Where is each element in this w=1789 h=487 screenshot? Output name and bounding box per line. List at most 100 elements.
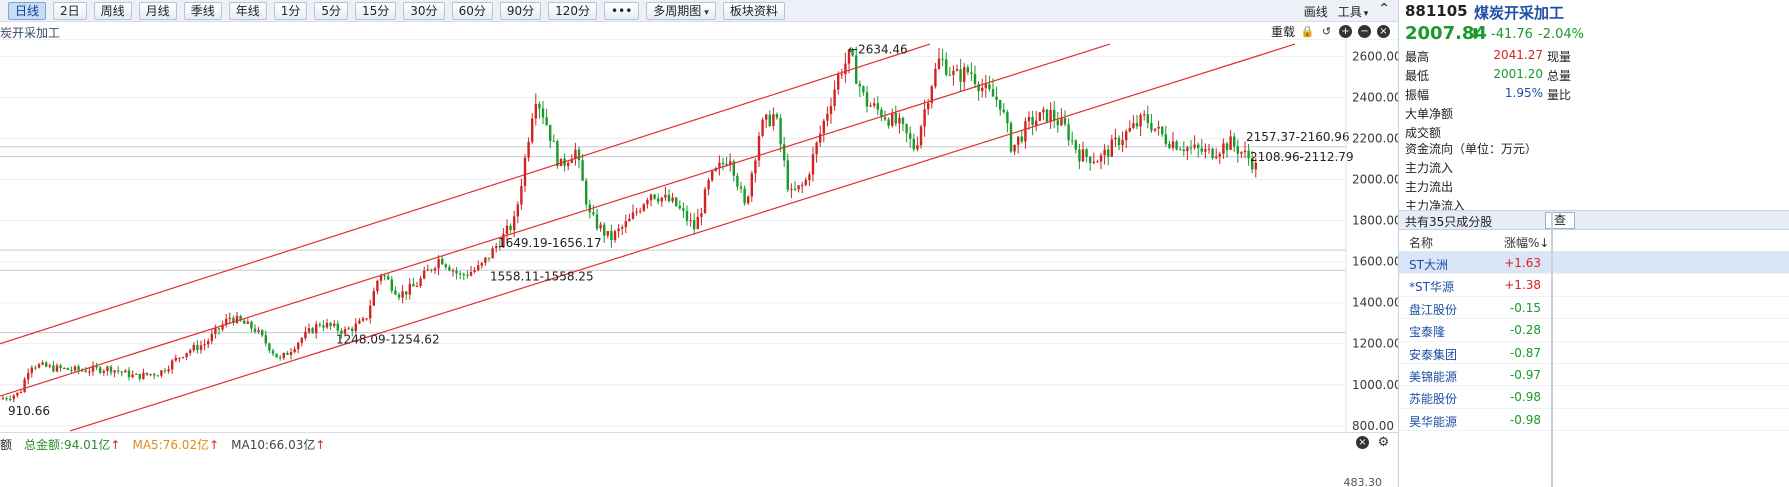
- candle-body: [311, 328, 314, 334]
- candle-body: [1067, 124, 1070, 141]
- candle-body: [1006, 112, 1009, 124]
- candle-body: [624, 221, 627, 228]
- candle-body: [556, 141, 559, 166]
- candle-body: [419, 278, 422, 287]
- candle-body: [1225, 143, 1229, 150]
- constituent-row[interactable]: 宝泰隆 -0.28: [1399, 319, 1789, 342]
- board-name[interactable]: 煤炭开采加工: [1474, 2, 1564, 23]
- candle-body: [174, 357, 177, 361]
- candle-body: [901, 117, 905, 125]
- reload-button[interactable]: 重载: [1271, 23, 1295, 40]
- gear-icon[interactable]: ⚙: [1377, 435, 1390, 450]
- candle-body: [621, 227, 624, 229]
- candle-body: [523, 157, 527, 186]
- candle-body: [577, 149, 581, 161]
- period-button[interactable]: 5分: [314, 2, 348, 20]
- candle-body: [444, 264, 447, 267]
- candle-body: [1139, 114, 1142, 127]
- close-icon[interactable]: ×: [1377, 25, 1390, 38]
- trend-line[interactable]: [0, 43, 931, 345]
- volume-stats: 额 总金额:94.01亿↑ MA5:76.02亿↑ MA10:66.03亿↑: [0, 436, 325, 453]
- candle-body: [210, 333, 213, 342]
- period-label: 日线: [15, 4, 40, 18]
- candle-body: [59, 365, 62, 369]
- candle-body: [275, 353, 278, 358]
- candle-body: [1013, 144, 1016, 152]
- y-tick-label: 1000.00: [1352, 378, 1398, 392]
- period-button[interactable]: 周线: [93, 2, 132, 20]
- candle-body: [1017, 136, 1020, 145]
- candle-body: [77, 366, 80, 371]
- candle-body: [160, 370, 163, 376]
- candle-body: [1071, 140, 1074, 142]
- column-change-pct[interactable]: 涨幅%↓: [1504, 234, 1549, 251]
- constituent-row[interactable]: *ST华源 +1.38: [1399, 274, 1789, 297]
- constituent-row[interactable]: 安泰集团 -0.87: [1399, 342, 1789, 364]
- tools-menu-button[interactable]: 工具 ▾: [1338, 3, 1369, 20]
- candle-body: [826, 113, 829, 121]
- candle-body: [214, 328, 217, 334]
- constituent-name: ST大洲: [1409, 258, 1448, 272]
- candle-body: [329, 322, 332, 326]
- stat-label: 大单净额: [1405, 107, 1454, 121]
- period-button[interactable]: 年线: [228, 2, 267, 20]
- candle-body: [520, 185, 523, 205]
- candle-body: [1157, 126, 1160, 129]
- stat-label-secondary: 总量: [1547, 69, 1572, 83]
- quote-panel: 881105 煤炭开采加工 2007.84 ⬇ -41.76 -2.04% 最高…: [1398, 0, 1789, 487]
- candle-body: [336, 323, 339, 331]
- period-button[interactable]: 2日: [53, 2, 87, 20]
- candle-body: [671, 197, 674, 202]
- period-button[interactable]: 日线: [8, 2, 47, 20]
- candle-body: [261, 330, 264, 336]
- candle-body: [401, 291, 404, 298]
- candle-body: [912, 138, 915, 150]
- lock-icon[interactable]: 🔒: [1301, 25, 1315, 38]
- constituent-row[interactable]: ST大洲 +1.63: [1399, 252, 1789, 275]
- candle-body: [617, 228, 620, 232]
- constituent-name: 宝泰隆: [1409, 325, 1446, 340]
- price-annotation: 1649.19-1656.17: [498, 236, 602, 250]
- period-button[interactable]: 120分: [548, 2, 598, 20]
- candle-body: [487, 257, 491, 259]
- period-button[interactable]: 90分: [499, 2, 542, 20]
- candle-body: [592, 212, 595, 215]
- candle-body: [23, 379, 26, 392]
- constituent-row[interactable]: 美锦能源 -0.97: [1399, 364, 1789, 387]
- constituent-row[interactable]: 昊华能源 -0.98: [1399, 409, 1789, 432]
- constituents-header: 共有35只成分股 查: [1399, 210, 1789, 230]
- period-button[interactable]: 月线: [138, 2, 177, 20]
- undo-icon[interactable]: ↺: [1320, 25, 1333, 38]
- collapse-toolbar-icon[interactable]: ⌃: [1378, 2, 1390, 20]
- constituent-row[interactable]: 盘江股份 -0.15: [1399, 297, 1789, 320]
- period-label: 季线: [190, 4, 215, 18]
- zoom-in-icon[interactable]: +: [1339, 25, 1352, 38]
- candle-body: [84, 370, 87, 373]
- period-button[interactable]: 30分: [403, 2, 445, 20]
- constituent-row[interactable]: 苏能股份 -0.98: [1399, 386, 1789, 409]
- candle-body: [484, 257, 487, 263]
- candle-body: [459, 273, 462, 275]
- period-button[interactable]: 1分: [273, 2, 308, 20]
- period-button[interactable]: 板块资料: [722, 2, 785, 20]
- period-label: 月线: [145, 4, 170, 18]
- constituents-search-button[interactable]: 查: [1545, 212, 1575, 229]
- period-button[interactable]: 季线: [183, 2, 222, 20]
- candle-body: [981, 87, 984, 92]
- period-button[interactable]: 60分: [451, 2, 493, 20]
- period-button[interactable]: 15分: [355, 2, 397, 20]
- candle-body: [945, 59, 948, 75]
- candle-body: [135, 373, 138, 375]
- zoom-out-icon[interactable]: −: [1358, 25, 1371, 38]
- price-chart[interactable]: ←2634.46 2157.37-2160.96 2108.96-2112.79 16…: [0, 40, 1398, 432]
- trend-line[interactable]: [69, 43, 1296, 432]
- close-icon[interactable]: ×: [1356, 436, 1369, 449]
- period-button[interactable]: 多周期图 ▾: [646, 2, 716, 20]
- constituent-change: +1.63: [1504, 256, 1541, 270]
- candle-body: [145, 372, 149, 375]
- candle-body: [1153, 128, 1157, 131]
- column-name[interactable]: 名称: [1409, 234, 1433, 251]
- y-tick-label: 1600.00: [1352, 255, 1398, 269]
- period-button[interactable]: •••: [604, 2, 640, 20]
- draw-line-button[interactable]: 画线: [1304, 3, 1328, 20]
